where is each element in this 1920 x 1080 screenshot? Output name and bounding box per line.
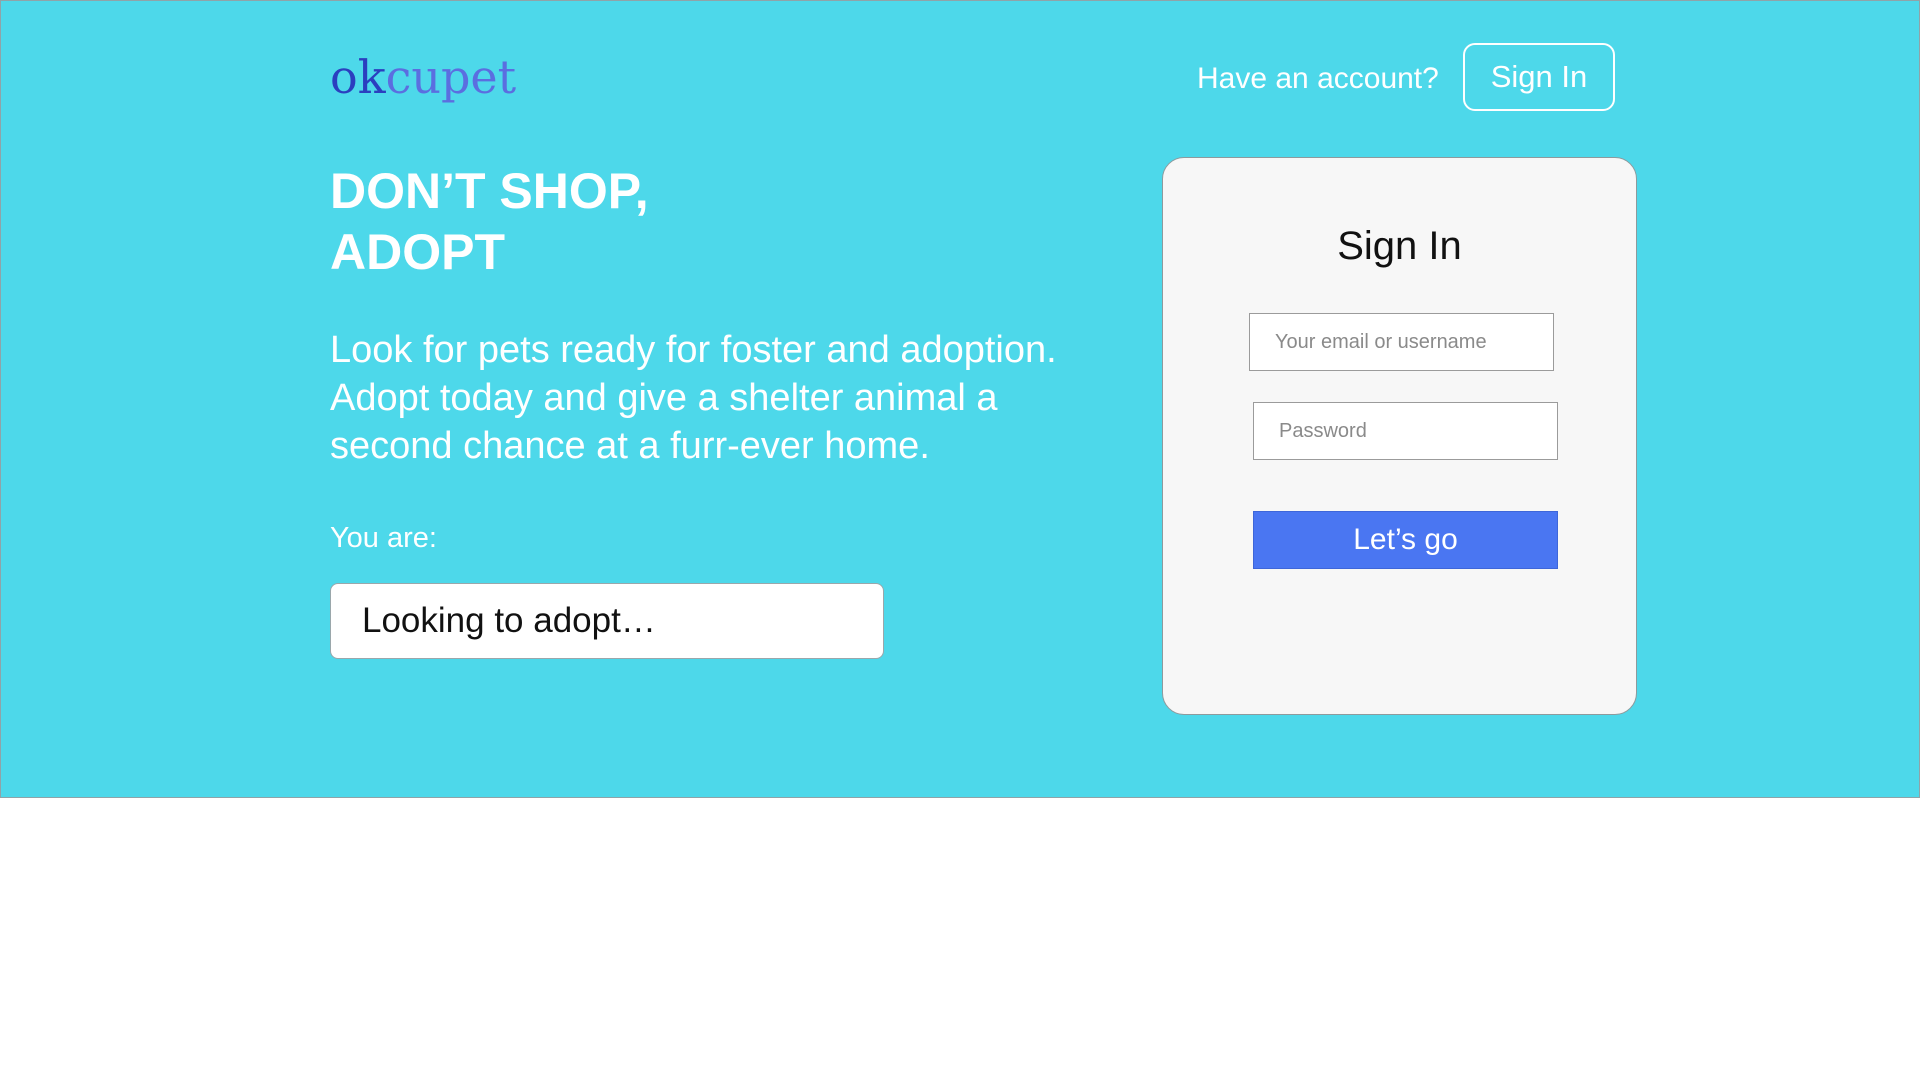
hero-section: okcupet Have an account? Sign In DON’T S… — [0, 0, 1920, 798]
hero-headline: DON’T SHOP, ADOPT — [330, 161, 649, 283]
okcupet-logo[interactable]: okcupet — [330, 47, 516, 107]
logo-text-ok: ok — [330, 50, 386, 104]
signin-card-title: Sign In — [1337, 224, 1462, 268]
you-are-label: You are: — [330, 522, 437, 554]
signin-card: Sign In Let’s go — [1162, 157, 1637, 715]
hero-tagline: Look for pets ready for foster and adopt… — [330, 329, 1057, 467]
headline-line-1: DON’T SHOP, — [330, 163, 649, 219]
password-input[interactable] — [1253, 402, 1558, 460]
have-account-text: Have an account? — [1197, 62, 1439, 95]
role-select[interactable]: Looking to adopt… — [330, 583, 884, 659]
lets-go-button[interactable]: Let’s go — [1253, 511, 1558, 569]
logo-text-cupet: cupet — [385, 50, 517, 104]
headline-line-2: ADOPT — [330, 224, 505, 280]
header-signin-button[interactable]: Sign In — [1463, 43, 1615, 111]
email-username-input[interactable] — [1249, 313, 1554, 371]
